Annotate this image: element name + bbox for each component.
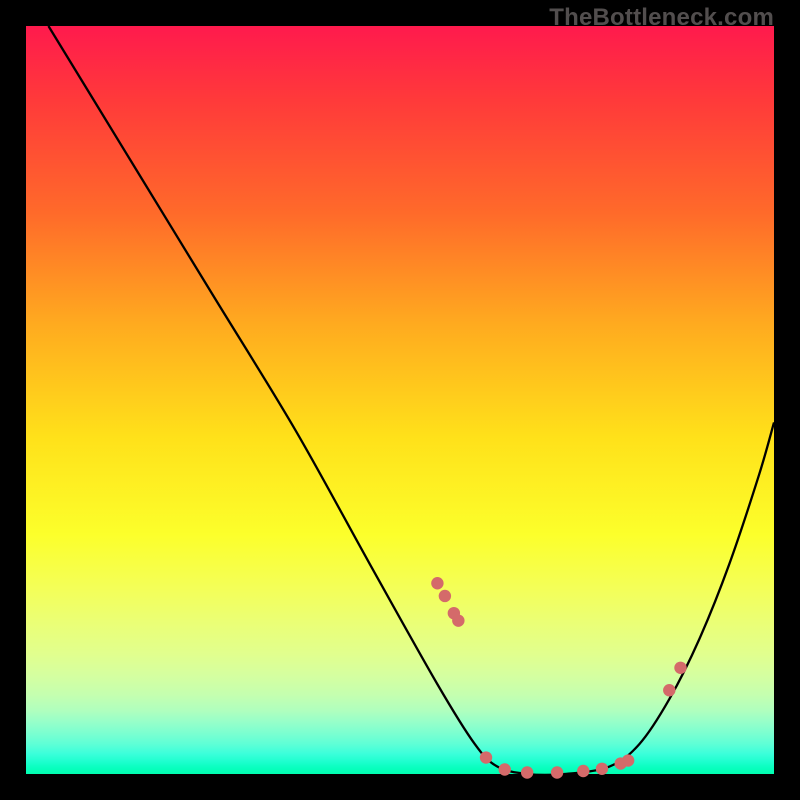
- data-point: [596, 763, 608, 775]
- bottleneck-curve: [48, 26, 774, 775]
- data-point: [439, 590, 451, 602]
- data-point: [622, 754, 634, 766]
- plot-area: [26, 26, 774, 774]
- chart-container: TheBottleneck.com: [0, 0, 800, 800]
- data-point: [431, 577, 443, 589]
- data-point: [480, 751, 492, 763]
- data-point: [577, 765, 589, 777]
- data-point: [521, 766, 533, 778]
- chart-svg: [26, 26, 774, 774]
- data-point: [499, 763, 511, 775]
- markers-group: [431, 577, 687, 779]
- data-point: [674, 662, 686, 674]
- data-point: [663, 684, 675, 696]
- data-point: [452, 614, 464, 626]
- data-point: [551, 766, 563, 778]
